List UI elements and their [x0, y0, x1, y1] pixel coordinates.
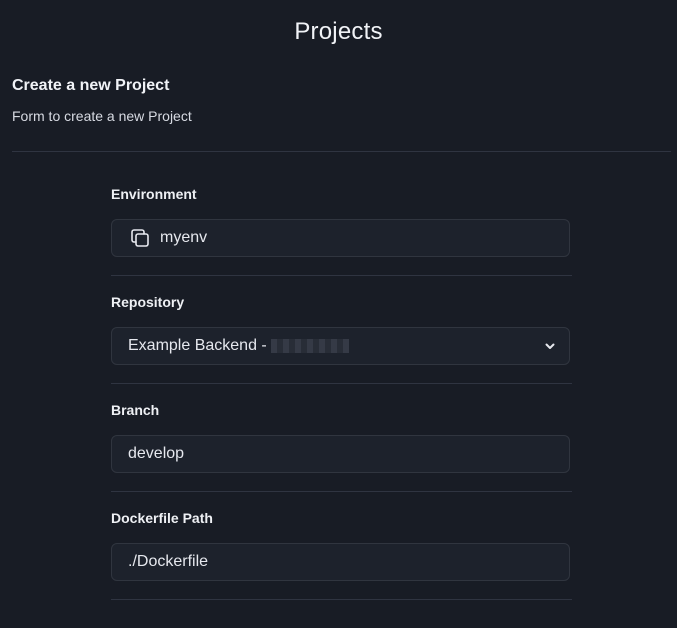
branch-input[interactable]: develop [111, 435, 570, 473]
dockerfile-field: Dockerfile Path ./Dockerfile [111, 494, 572, 602]
branch-label: Branch [111, 402, 160, 418]
section-title: Create a new Project [12, 77, 170, 94]
page-title: Projects [294, 18, 383, 45]
repository-select[interactable]: Example Backend - [111, 327, 570, 365]
copy-icon [128, 226, 152, 250]
environment-input[interactable]: myenv [111, 219, 570, 257]
repository-value: Example Backend - [128, 337, 267, 354]
environment-value: myenv [160, 229, 208, 246]
field-divider [111, 275, 572, 276]
dockerfile-value: ./Dockerfile [128, 553, 209, 570]
field-divider [111, 599, 572, 600]
redacted-text [270, 339, 349, 353]
page: Projects Create a new Project Form to cr… [0, 0, 677, 628]
environment-label: Environment [111, 186, 197, 202]
field-divider [111, 491, 572, 492]
dockerfile-label: Dockerfile Path [111, 510, 213, 526]
section-description: Form to create a new Project [12, 108, 192, 124]
header-divider [12, 151, 671, 152]
repository-field: Repository Example Backend - [111, 278, 572, 386]
chevron-down-icon[interactable] [543, 339, 557, 353]
field-divider [111, 383, 572, 384]
repository-label: Repository [111, 294, 185, 310]
environment-field: Environment myenv [111, 170, 572, 278]
branch-value: develop [128, 445, 185, 462]
branch-field: Branch develop [111, 386, 572, 494]
dockerfile-input[interactable]: ./Dockerfile [111, 543, 570, 581]
create-project-form: Environment myenv Repository Example Bac… [111, 170, 572, 602]
